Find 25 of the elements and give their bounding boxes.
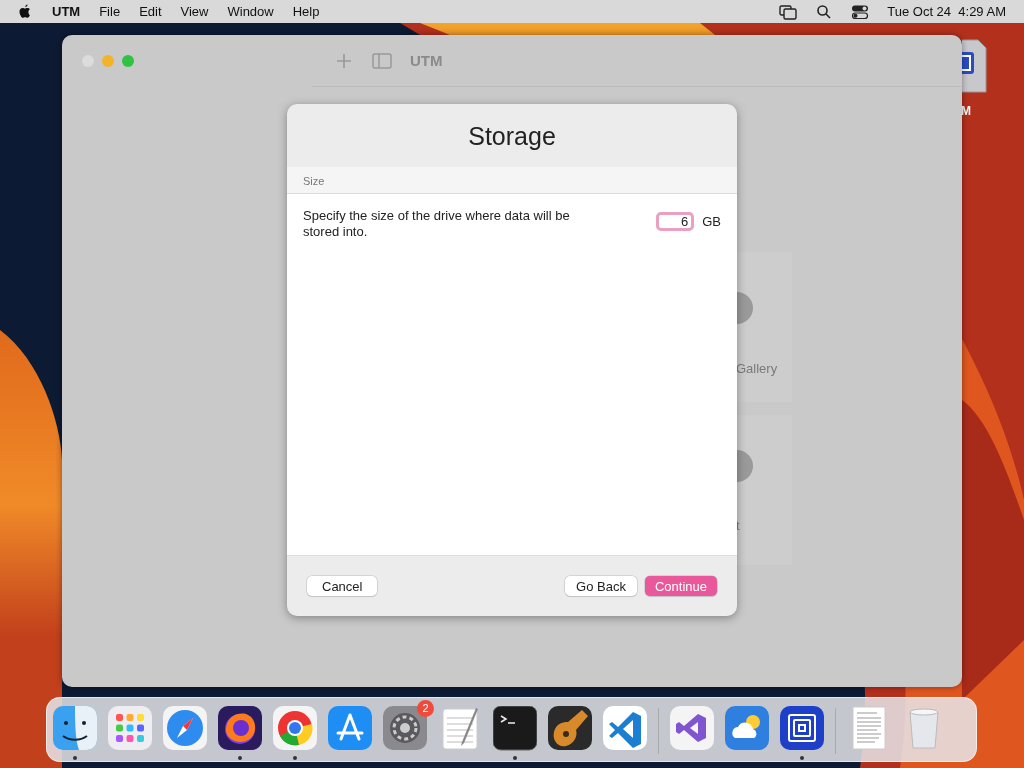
- card-label: Gallery: [736, 361, 778, 376]
- disk-image-icon[interactable]: [962, 38, 988, 94]
- menu-item[interactable]: Edit: [139, 4, 162, 19]
- icon-label: M: [961, 104, 971, 118]
- menu-item[interactable]: Help: [292, 4, 320, 19]
- menu-item[interactable]: File: [99, 4, 121, 19]
- menu-item[interactable]: Window: [227, 4, 274, 19]
- unit-label: GB: [702, 214, 721, 229]
- apple-icon[interactable]: [18, 3, 32, 20]
- dialog-title: Storage: [467, 121, 557, 152]
- screens-icon[interactable]: [779, 3, 798, 20]
- cancel-button[interactable]: Cancel: [307, 576, 378, 596]
- window-title: UTM: [410, 52, 443, 69]
- finder-icon[interactable]: [53, 706, 97, 760]
- notification-badge: 2: [417, 700, 434, 717]
- clock[interactable]: Tue Oct 24 4:29 AM: [887, 4, 1006, 19]
- back-button[interactable]: Go Back: [565, 576, 637, 596]
- section-header: Size: [287, 167, 737, 194]
- size-field[interactable]: 6: [656, 212, 695, 231]
- menu-item[interactable]: View: [180, 4, 209, 19]
- control-center-icon[interactable]: [851, 3, 870, 20]
- description-text: Specify the size of the drive where data will be stored into.: [303, 208, 571, 240]
- terminal-icon[interactable]: [493, 706, 537, 760]
- app-menu[interactable]: UTM: [52, 4, 81, 19]
- fox-icon[interactable]: [218, 706, 262, 760]
